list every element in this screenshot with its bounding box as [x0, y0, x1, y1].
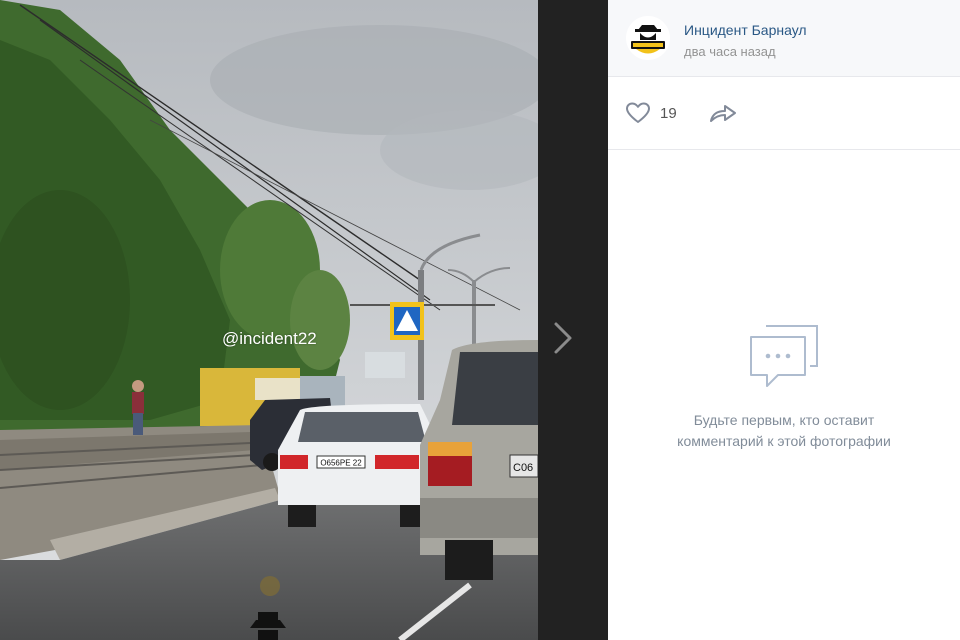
photo-watermark: @incident22 [222, 329, 317, 348]
post-actions: 19 [608, 77, 960, 150]
incident-photo: О656РЕ 22 С06 @incident22 [0, 0, 538, 640]
author-avatar[interactable] [626, 16, 670, 60]
author-name-link[interactable]: Инцидент Барнаул [684, 22, 807, 38]
photo-viewer: О656РЕ 22 С06 @incident22 [0, 0, 608, 640]
comments-empty-state: Будьте первым, кто оставит комментарий к… [608, 320, 960, 452]
empty-comments-line1: Будьте первым, кто оставит [693, 412, 875, 428]
plate-suv-text: С06 [513, 462, 533, 474]
like-count: 19 [660, 104, 677, 122]
post-header: Инцидент Барнаул два часа назад [608, 0, 960, 77]
detective-logo-icon [626, 16, 670, 60]
post-time: два часа назад [684, 44, 776, 59]
plate-front-text: О656РЕ 22 [320, 459, 362, 468]
next-photo-button[interactable] [548, 318, 578, 358]
share-button[interactable] [708, 101, 738, 125]
empty-comments-line2: комментарий к этой фотографии [677, 433, 891, 449]
like-button[interactable]: 19 [624, 99, 677, 127]
photo-side-panel: Инцидент Барнаул два часа назад 19 Будьт… [608, 0, 960, 640]
chevron-right-icon [554, 322, 572, 354]
empty-comments-text: Будьте первым, кто оставит комментарий к… [608, 410, 960, 452]
heart-icon [626, 102, 650, 123]
share-icon [710, 105, 736, 122]
comment-bubble-icon [750, 325, 818, 387]
street-scene: О656РЕ 22 С06 [0, 0, 538, 640]
